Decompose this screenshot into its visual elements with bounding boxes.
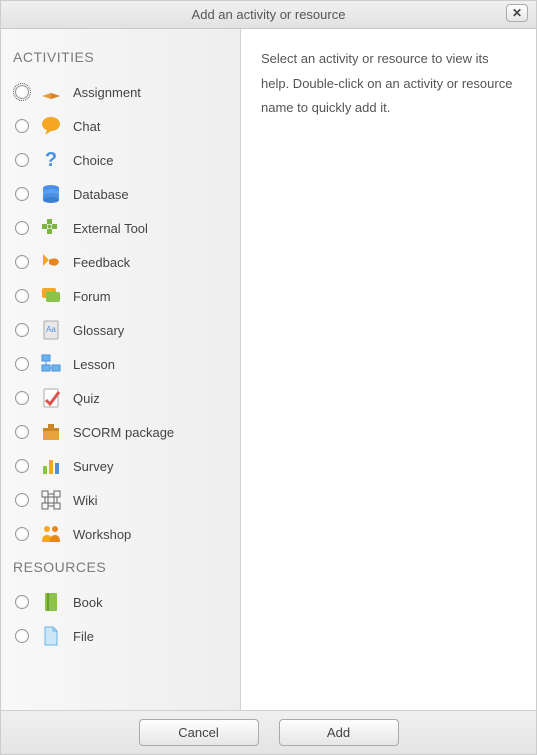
item-label: Quiz — [73, 391, 100, 406]
radio-external-tool[interactable] — [15, 221, 29, 235]
database-icon — [39, 182, 63, 206]
item-label: SCORM package — [73, 425, 174, 440]
cancel-button[interactable]: Cancel — [139, 719, 259, 746]
item-label: Workshop — [73, 527, 131, 542]
resource-book[interactable]: Book — [13, 585, 232, 619]
radio-choice[interactable] — [15, 153, 29, 167]
add-button[interactable]: Add — [279, 719, 399, 746]
survey-icon — [39, 454, 63, 478]
item-label: External Tool — [73, 221, 148, 236]
activity-forum[interactable]: Forum — [13, 279, 232, 313]
external-tool-icon — [39, 216, 63, 240]
dialog-title: Add an activity or resource — [192, 7, 346, 22]
radio-assignment[interactable] — [15, 85, 29, 99]
book-icon — [39, 590, 63, 614]
close-button[interactable]: ✕ — [506, 4, 528, 22]
activity-database[interactable]: Database — [13, 177, 232, 211]
activity-scorm[interactable]: SCORM package — [13, 415, 232, 449]
radio-lesson[interactable] — [15, 357, 29, 371]
radio-forum[interactable] — [15, 289, 29, 303]
activity-quiz[interactable]: Quiz — [13, 381, 232, 415]
item-label: Glossary — [73, 323, 124, 338]
item-label: Forum — [73, 289, 111, 304]
radio-workshop[interactable] — [15, 527, 29, 541]
radio-feedback[interactable] — [15, 255, 29, 269]
activity-workshop[interactable]: Workshop — [13, 517, 232, 551]
item-label: Feedback — [73, 255, 130, 270]
radio-quiz[interactable] — [15, 391, 29, 405]
activities-header: ACTIVITIES — [13, 49, 232, 65]
dialog-content: ACTIVITIES Assignment Chat ? — [1, 29, 536, 710]
radio-glossary[interactable] — [15, 323, 29, 337]
item-label: Wiki — [73, 493, 98, 508]
workshop-icon — [39, 522, 63, 546]
radio-file[interactable] — [15, 629, 29, 643]
chat-icon — [39, 114, 63, 138]
activity-choice[interactable]: ? Choice — [13, 143, 232, 177]
item-label: Survey — [73, 459, 113, 474]
activity-feedback[interactable]: Feedback — [13, 245, 232, 279]
left-panel[interactable]: ACTIVITIES Assignment Chat ? — [1, 29, 241, 710]
title-bar: Add an activity or resource ✕ — [1, 1, 536, 29]
item-label: Assignment — [73, 85, 141, 100]
activity-survey[interactable]: Survey — [13, 449, 232, 483]
lesson-icon — [39, 352, 63, 376]
glossary-icon: Aa — [39, 318, 63, 342]
item-label: Choice — [73, 153, 113, 168]
choice-icon: ? — [39, 148, 63, 172]
radio-book[interactable] — [15, 595, 29, 609]
help-panel: Select an activity or resource to view i… — [241, 29, 536, 710]
quiz-icon — [39, 386, 63, 410]
resources-header: RESOURCES — [13, 559, 232, 575]
help-text: Select an activity or resource to view i… — [261, 51, 512, 115]
activity-wiki[interactable]: Wiki — [13, 483, 232, 517]
file-icon — [39, 624, 63, 648]
add-activity-dialog: Add an activity or resource ✕ ACTIVITIES… — [0, 0, 537, 755]
svg-text:Aa: Aa — [46, 325, 56, 334]
activity-chat[interactable]: Chat — [13, 109, 232, 143]
radio-database[interactable] — [15, 187, 29, 201]
resource-file[interactable]: File — [13, 619, 232, 653]
radio-chat[interactable] — [15, 119, 29, 133]
feedback-icon — [39, 250, 63, 274]
forum-icon — [39, 284, 63, 308]
item-label: File — [73, 629, 94, 644]
activity-external-tool[interactable]: External Tool — [13, 211, 232, 245]
activity-assignment[interactable]: Assignment — [13, 75, 232, 109]
item-label: Lesson — [73, 357, 115, 372]
assignment-icon — [39, 80, 63, 104]
activity-glossary[interactable]: Aa Glossary — [13, 313, 232, 347]
item-label: Database — [73, 187, 129, 202]
radio-survey[interactable] — [15, 459, 29, 473]
radio-scorm[interactable] — [15, 425, 29, 439]
radio-wiki[interactable] — [15, 493, 29, 507]
item-label: Book — [73, 595, 103, 610]
svg-text:?: ? — [45, 149, 57, 171]
activity-lesson[interactable]: Lesson — [13, 347, 232, 381]
scorm-icon — [39, 420, 63, 444]
wiki-icon — [39, 488, 63, 512]
dialog-footer: Cancel Add — [1, 710, 536, 754]
item-label: Chat — [73, 119, 100, 134]
